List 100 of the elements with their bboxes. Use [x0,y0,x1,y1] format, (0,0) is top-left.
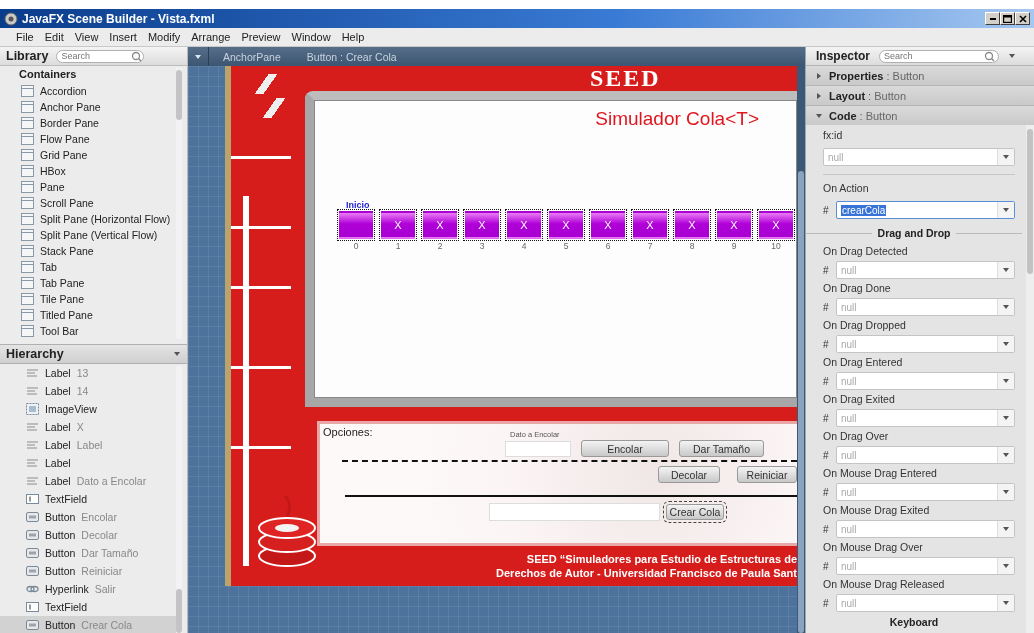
menu-item[interactable]: Insert [109,31,137,43]
dropdown-arrow-icon[interactable] [1003,453,1009,457]
hierarchy-item[interactable]: Button Decolar [0,526,176,544]
dropdown-arrow-icon[interactable] [1003,208,1009,212]
search-input[interactable]: Search [61,51,132,61]
search-field[interactable]: Search [56,49,145,63]
library-item[interactable]: Tool Bar [0,323,176,339]
library-item[interactable]: Split Pane (Vertical Flow) [0,227,176,243]
dropdown-field[interactable]: null [836,557,1015,575]
dropdown-arrow-icon[interactable] [1003,564,1009,568]
dropdown-field[interactable]: null [836,372,1015,390]
text-field[interactable] [489,503,660,521]
library-item[interactable]: Tab [0,259,176,275]
scrollbar[interactable] [1026,125,1034,633]
handler-input[interactable]: null [837,595,997,611]
handler-input[interactable]: null [837,521,997,537]
hierarchy-item[interactable]: TextField [0,490,176,508]
hierarchy-item[interactable]: Button Encolar [0,508,176,526]
menu-item[interactable]: Arrange [191,31,231,43]
handler-input[interactable]: null [837,262,997,278]
scrollbar-thumb[interactable] [1027,129,1033,274]
create-queue-button[interactable]: Crear Cola [666,504,724,520]
handler-input[interactable]: null [837,410,997,426]
scrollbar[interactable] [176,366,182,633]
dropdown-arrow-icon[interactable] [1003,527,1009,531]
scrollbar-thumb[interactable] [176,589,182,633]
section-header[interactable]: Code : Button [806,105,1034,125]
hierarchy-item[interactable]: Label Dato a Encolar [0,472,176,490]
minimize-button[interactable] [985,12,1000,25]
dropdown-arrow-icon[interactable] [1003,155,1009,159]
encolar-button[interactable]: Encolar [581,440,669,457]
menu-item[interactable]: Edit [44,31,64,43]
hierarchy-item[interactable]: Button Reiniciar [0,562,176,580]
scrollbar-thumb[interactable] [176,70,182,120]
library-item[interactable]: HBox [0,163,176,179]
hierarchy-item[interactable]: ImageView [0,400,176,418]
library-item[interactable]: Split Pane (Horizontal Flow) [0,211,176,227]
menu-item[interactable]: Window [291,31,331,43]
maximize-button[interactable] [1000,12,1015,25]
text-field[interactable] [505,441,571,457]
library-item[interactable]: Titled Pane [0,307,176,323]
hierarchy-item[interactable]: Button Crear Cola [0,616,176,633]
menu-item[interactable]: Preview [241,31,281,43]
dropdown-arrow-icon[interactable] [1003,490,1009,494]
handler-input[interactable]: null [837,484,997,500]
library-item[interactable]: Anchor Pane [0,99,176,115]
library-item[interactable]: Stack Pane [0,243,176,259]
dropdown-field[interactable]: crearCola [836,201,1015,219]
menu-item[interactable]: File [16,31,34,43]
handler-input[interactable]: null [837,336,997,352]
hierarchy-item[interactable]: TextField [0,598,176,616]
library-item[interactable]: Flow Pane [0,131,176,147]
close-button[interactable] [1015,12,1030,25]
library-item[interactable]: Grid Pane [0,147,176,163]
library-item[interactable]: Accordion [0,83,176,99]
library-item[interactable]: Tile Pane [0,291,176,307]
handler-input[interactable]: null [824,149,997,165]
hierarchy-item[interactable]: Hyperlink Salir [0,580,176,598]
dropdown-field[interactable]: null [836,335,1015,353]
dropdown-field[interactable]: null [836,298,1015,316]
hierarchy-item[interactable]: Label Label [0,436,176,454]
dropdown-arrow-icon[interactable] [1003,601,1009,605]
handler-input[interactable]: null [837,447,997,463]
reset-button[interactable]: Reiniciar [737,466,797,483]
scrollbar[interactable] [797,66,805,633]
search-field[interactable]: Search [879,49,999,63]
section-header[interactable]: Properties : Button [806,65,1034,85]
handler-input[interactable]: null [837,299,997,315]
dropdown-arrow-icon[interactable] [1003,305,1009,309]
handler-input[interactable]: null [837,558,997,574]
library-item[interactable]: Scroll Pane [0,195,176,211]
dropdown-arrow-icon[interactable] [1003,268,1009,272]
decolar-button[interactable]: Decolar [658,466,721,483]
handler-input[interactable]: null [837,373,997,389]
menu-item[interactable]: Modify [147,31,181,43]
dropdown-field[interactable]: null [823,148,1015,166]
hierarchy-item[interactable]: Label X [0,418,176,436]
hierarchy-item[interactable]: Label 14 [0,382,176,400]
dropdown-arrow-icon[interactable] [1003,342,1009,346]
hierarchy-item[interactable]: Button Dar Tamaño [0,544,176,562]
hierarchy-item[interactable]: Label [0,454,176,472]
breadcrumb-item[interactable]: Button : Crear Cola [292,50,409,63]
breadcrumb-item[interactable]: AnchorPane [209,50,293,63]
caret-icon[interactable] [1008,52,1016,60]
dropdown-field[interactable]: null [836,261,1015,279]
scrollbar-thumb[interactable] [798,171,804,633]
dropdown-field[interactable]: null [836,594,1015,612]
library-item[interactable]: Pane [0,179,176,195]
size-button[interactable]: Dar Tamaño [679,440,764,457]
dropdown-field[interactable]: null [836,409,1015,427]
scrollbar[interactable] [176,68,182,339]
menu-item[interactable]: View [74,31,99,43]
dropdown-field[interactable]: null [836,446,1015,464]
caret-icon[interactable] [194,52,202,61]
library-item[interactable]: Tab Pane [0,275,176,291]
caret-icon[interactable] [173,350,181,358]
dropdown-field[interactable]: null [836,483,1015,501]
menu-item[interactable]: Help [341,31,365,43]
hierarchy-item[interactable]: Label 13 [0,364,176,382]
dropdown-field[interactable]: null [836,520,1015,538]
